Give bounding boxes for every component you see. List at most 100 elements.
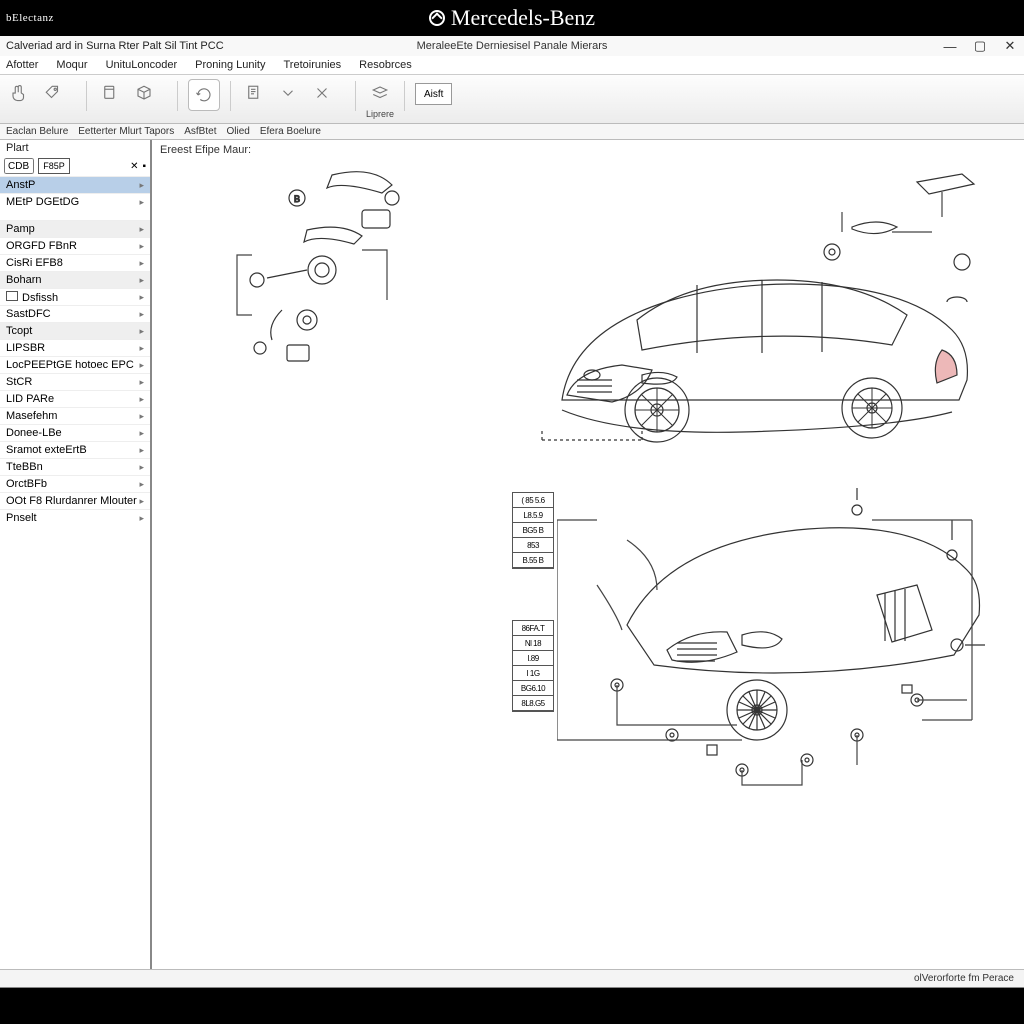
brand: Mercedels-Benz bbox=[429, 5, 595, 31]
sidebar-item-label: AnstP bbox=[6, 179, 35, 191]
sidebar-item[interactable]: StCR▸ bbox=[0, 373, 150, 390]
menu-item[interactable]: Proning Lunity bbox=[195, 59, 265, 71]
chevron-right-icon: ▸ bbox=[139, 197, 144, 208]
sidebar-item[interactable]: Sramot exteErtB ▸ bbox=[0, 441, 150, 458]
sidebar-item[interactable]: LID PARe ▸ bbox=[0, 390, 150, 407]
sidebar-item[interactable]: OOt F8 Rlurdanrer Mlouter▸ bbox=[0, 492, 150, 509]
sidebar-item[interactable]: Boharn▸ bbox=[0, 271, 150, 288]
part-label-cell: B.55 B bbox=[513, 553, 553, 568]
part-label-cell: I 1G bbox=[513, 666, 553, 681]
window-title-left: Calveriad ard in Surna Rter Palt Sil Tin… bbox=[6, 40, 224, 52]
banner-left-label: bElectanz bbox=[6, 12, 54, 24]
sidebar-item[interactable]: MEtP DGEtDG▸ bbox=[0, 193, 150, 210]
sidebar-item-label: Sramot exteErtB bbox=[6, 444, 87, 456]
schematic-car-main bbox=[522, 230, 982, 473]
sidebar-item-label: OOt F8 Rlurdanrer Mlouter bbox=[6, 495, 137, 507]
chevron-right-icon: ▸ bbox=[139, 513, 144, 524]
sidebar-item-label: Pnselt bbox=[6, 512, 37, 524]
sidebar-item[interactable]: Pamp▸ bbox=[0, 220, 150, 237]
sidebar-item[interactable]: CisRi EFB8▸ bbox=[0, 254, 150, 271]
sidebar-item-label: LID PARe bbox=[6, 393, 54, 405]
window-close-button[interactable]: ✕ bbox=[1002, 38, 1018, 54]
menubar[interactable]: Afotter Moqur UnituLoncoder Proning Luni… bbox=[0, 56, 1024, 74]
diagram-title: Ereest Efipe Maur: bbox=[160, 144, 251, 156]
sidebar-item-label: SastDFC bbox=[6, 308, 51, 320]
part-label-cell: ( 85 5.6 bbox=[513, 493, 553, 508]
tool-layers[interactable]: Liprere bbox=[366, 79, 394, 119]
tool-page-icon[interactable] bbox=[241, 79, 267, 107]
menu-item[interactable]: Afotter bbox=[6, 59, 38, 71]
tool-dropdown-icon[interactable] bbox=[275, 79, 301, 107]
statusbar: olVerorforte fm Perace bbox=[0, 969, 1024, 987]
brand-text: Mercedels-Benz bbox=[451, 5, 595, 31]
sidebar-item[interactable]: Pnselt ▸ bbox=[0, 509, 150, 526]
svg-text:B: B bbox=[294, 194, 300, 204]
window-minimize-button[interactable]: — bbox=[942, 39, 958, 54]
tool-cube-icon[interactable] bbox=[131, 79, 157, 107]
toolbar-caption: Eaclan Belure bbox=[6, 126, 68, 137]
toolbar-caption: AsfBtet bbox=[184, 126, 216, 137]
sidebar-item[interactable]: Tcopt ▸ bbox=[0, 322, 150, 339]
sidebar-search-clear-icon[interactable]: ✕ bbox=[130, 161, 138, 172]
tool-refresh-icon[interactable] bbox=[188, 79, 220, 111]
window-maximize-button[interactable]: ▢ bbox=[972, 38, 988, 54]
menu-item[interactable]: UnituLoncoder bbox=[106, 59, 178, 71]
sidebar-search-go-icon[interactable]: ▪ bbox=[142, 161, 146, 172]
part-label-cell: Nl 18 bbox=[513, 636, 553, 651]
toolbar-caption: Efera Boelure bbox=[260, 126, 321, 137]
body: Plart F85P ✕ ▪ AnstP▸MEtP DGEtDG▸Pamp▸OR… bbox=[0, 140, 1024, 969]
part-label-column-bottom: 86FA.TNl 18I.89I 1GBG6.108L8.G5 bbox=[512, 620, 554, 712]
status-text: olVerorforte fm Perace bbox=[914, 973, 1014, 984]
tool-layers-label: Liprere bbox=[366, 109, 394, 119]
schematic-front-exploded bbox=[557, 485, 997, 798]
tool-hand-icon[interactable] bbox=[6, 79, 32, 107]
sidebar-item[interactable]: TteBBn▸ bbox=[0, 458, 150, 475]
sidebar-item[interactable]: ORGFD FBnR▸ bbox=[0, 237, 150, 254]
chevron-right-icon: ▸ bbox=[139, 377, 144, 388]
sidebar-search-row: F85P ✕ ▪ bbox=[0, 156, 150, 176]
toolbar-separator bbox=[230, 81, 231, 111]
sidebar-item[interactable]: Masefehm▸ bbox=[0, 407, 150, 424]
sidebar-item-label: LIPSBR bbox=[6, 342, 45, 354]
menu-item[interactable]: Moqur bbox=[56, 59, 87, 71]
toolbar-separator bbox=[177, 81, 178, 111]
sidebar-item[interactable]: Donee-LBe▸ bbox=[0, 424, 150, 441]
window-title-center: MeraleeEte Derniesisel Panale Mierars bbox=[417, 40, 608, 52]
sidebar-item-label: TteBBn bbox=[6, 461, 43, 473]
tool-delete-icon[interactable] bbox=[309, 79, 335, 107]
toolbar-separator bbox=[355, 81, 356, 111]
tool-tag-icon[interactable] bbox=[40, 79, 66, 107]
sidebar-item-label: LocPEEPtGE hotoec EPC bbox=[6, 359, 134, 371]
sidebar-search-b[interactable]: F85P bbox=[38, 158, 70, 174]
menu-item[interactable]: Tretoirunies bbox=[283, 59, 341, 71]
sidebar-item[interactable]: LIPSBR ▸ bbox=[0, 339, 150, 356]
chevron-right-icon: ▸ bbox=[139, 326, 144, 337]
chevron-right-icon: ▸ bbox=[139, 445, 144, 456]
chevron-right-icon: ▸ bbox=[139, 343, 144, 354]
chevron-right-icon: ▸ bbox=[139, 428, 144, 439]
sidebar-item[interactable]: LocPEEPtGE hotoec EPC▸ bbox=[0, 356, 150, 373]
sidebar-item[interactable]: SastDFC ▸ bbox=[0, 305, 150, 322]
toolbar-separator bbox=[404, 81, 405, 111]
sidebar-header: Plart bbox=[0, 140, 150, 156]
part-label-cell: 853 bbox=[513, 538, 553, 553]
sidebar-item-label: CisRi EFB8 bbox=[6, 257, 63, 269]
tool-doc-icon[interactable] bbox=[97, 79, 123, 107]
part-label-cell: L8.5.9 bbox=[513, 508, 553, 523]
sidebar-item-label: Tcopt bbox=[6, 325, 32, 337]
chevron-right-icon: ▸ bbox=[139, 309, 144, 320]
toolbar-caption: Olied bbox=[226, 126, 249, 137]
chevron-right-icon: ▸ bbox=[139, 275, 144, 286]
chevron-right-icon: ▸ bbox=[139, 224, 144, 235]
diagram-canvas[interactable]: Ereest Efipe Maur: B bbox=[152, 140, 1024, 969]
tool-text-button[interactable]: Aisft bbox=[415, 83, 452, 105]
sidebar-item[interactable]: Dsfissh▸ bbox=[0, 288, 150, 305]
chevron-right-icon: ▸ bbox=[139, 496, 144, 507]
menu-item[interactable]: Resobrces bbox=[359, 59, 412, 71]
sidebar-item[interactable]: AnstP▸ bbox=[0, 176, 150, 193]
sidebar-item[interactable]: OrctBFb▸ bbox=[0, 475, 150, 492]
sidebar-search-a[interactable] bbox=[4, 158, 34, 174]
tool-text-button-label: Aisft bbox=[424, 89, 443, 100]
chevron-right-icon: ▸ bbox=[139, 394, 144, 405]
bottom-banner bbox=[0, 988, 1024, 1024]
